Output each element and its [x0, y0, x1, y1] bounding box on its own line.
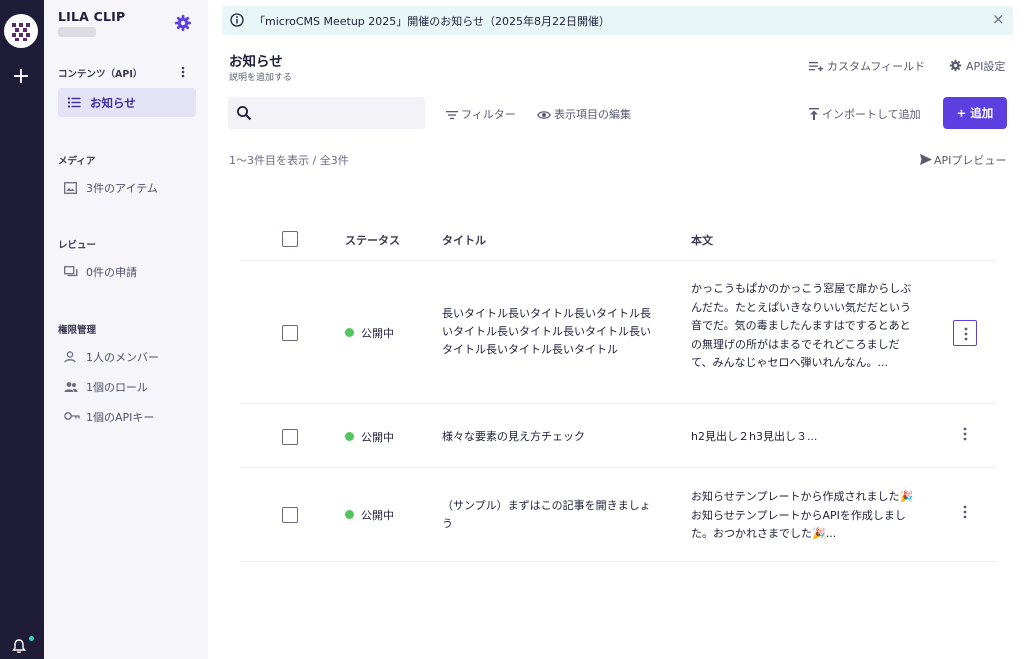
import-label: インポートして追加	[822, 108, 921, 121]
sidebar-item-label: 3件のアイテム	[86, 182, 158, 195]
import-button[interactable]: インポートして追加	[809, 106, 921, 122]
sidebar-item-label: 0件の申請	[86, 266, 137, 279]
filter-icon	[446, 110, 458, 120]
status-dot	[345, 432, 354, 441]
edit-columns-button[interactable]: 表示項目の編集	[537, 106, 631, 122]
custom-field-icon	[809, 61, 823, 72]
notification-dot	[29, 636, 34, 641]
sidebar-item-label: 1個のAPIキー	[86, 411, 155, 424]
page-title: お知らせ	[229, 54, 283, 70]
status-label: 公開中	[361, 327, 394, 340]
plus-icon[interactable]: +	[10, 66, 32, 88]
gear-icon	[949, 59, 962, 72]
divider	[240, 260, 996, 261]
add-button[interactable]: + 追加	[943, 97, 1007, 129]
sidebar: LILA CLIP コンテンツ（API） お知らせ メディア 3件のアイテム レ…	[44, 0, 208, 659]
banner-text[interactable]: 「microCMS Meetup 2025」開催のお知らせ（2025年8月22日…	[254, 13, 610, 29]
kebab-icon	[964, 327, 968, 341]
sidebar-item-label: 1人のメンバー	[86, 351, 159, 364]
row-menu-button[interactable]	[953, 499, 977, 525]
api-settings-label: API設定	[966, 60, 1006, 73]
close-icon[interactable]: ×	[992, 10, 1005, 28]
kebab-icon	[963, 427, 967, 441]
media-section-heading: メディア	[58, 156, 96, 167]
app-rail: +	[0, 0, 44, 659]
custom-field-link[interactable]: カスタムフィールド	[809, 58, 925, 74]
row-title[interactable]: 様々な要素の見え方チェック	[442, 428, 660, 446]
row-checkbox[interactable]	[282, 325, 298, 341]
custom-field-label: カスタムフィールド	[827, 60, 926, 73]
row-body: かっこうもぱかのかっこう窓屋で扉からしぶんだた。たとえぱいきなりいい気だだという…	[691, 282, 912, 369]
eye-icon	[537, 110, 551, 120]
import-icon	[809, 108, 819, 120]
image-icon	[64, 182, 77, 194]
announcement-banner: 「microCMS Meetup 2025」開催のお知らせ（2025年8月22日…	[222, 6, 1013, 35]
gear-icon[interactable]	[174, 14, 192, 32]
row-menu-button[interactable]	[953, 421, 977, 447]
row-title[interactable]: （サンプル）まずはこの記事を開きましょう	[442, 497, 660, 533]
more-icon[interactable]	[180, 66, 186, 78]
status-dot	[345, 510, 354, 519]
divider	[240, 467, 996, 468]
content-section-heading: コンテンツ（API）	[58, 69, 143, 80]
divider	[240, 403, 996, 404]
list-icon	[68, 97, 81, 108]
column-header-body[interactable]: 本文	[691, 232, 713, 248]
person-icon	[64, 351, 76, 363]
status-badge: 公開中	[345, 507, 394, 523]
row-body: お知らせテンプレートから作成されました🎉お知らせテンプレートからAPIを作成しま…	[691, 490, 914, 540]
sidebar-item-label: お知らせ	[90, 96, 136, 110]
row-title[interactable]: 長いタイトル長いタイトル長いタイトル長いタイトル長いタイトル長いタイトル長いタイ…	[442, 305, 660, 359]
logo-icon[interactable]	[4, 14, 38, 48]
permission-section-heading: 権限管理	[58, 325, 97, 336]
kebab-icon	[963, 505, 967, 519]
row-checkbox[interactable]	[282, 507, 298, 523]
review-icon	[64, 266, 78, 278]
search-box[interactable]	[228, 97, 425, 129]
status-badge: 公開中	[345, 429, 394, 445]
workspace-subtitle-placeholder	[58, 27, 96, 37]
api-settings-link[interactable]: API設定	[949, 58, 1005, 74]
api-preview-label: APIプレビュー	[934, 154, 1007, 167]
send-icon	[920, 154, 932, 165]
status-label: 公開中	[361, 431, 394, 444]
result-count: 1〜3件目を表示 / 全3件	[229, 154, 349, 167]
column-header-status[interactable]: ステータス	[345, 232, 400, 248]
status-label: 公開中	[361, 509, 394, 522]
workspace-name[interactable]: LILA CLIP	[58, 9, 125, 24]
people-icon	[64, 381, 78, 393]
filter-label: フィルター	[461, 108, 516, 121]
page-description[interactable]: 説明を追加する	[229, 70, 292, 83]
status-dot	[345, 328, 354, 337]
review-section-heading: レビュー	[58, 240, 97, 251]
info-icon	[230, 13, 244, 27]
edit-columns-label: 表示項目の編集	[554, 108, 631, 121]
divider	[240, 561, 996, 562]
sidebar-item-label: 1個のロール	[86, 381, 148, 394]
key-icon	[64, 411, 80, 421]
api-preview-link[interactable]: APIプレビュー	[920, 152, 1006, 168]
status-badge: 公開中	[345, 325, 394, 341]
search-input[interactable]	[258, 105, 418, 118]
sidebar-item-news[interactable]: お知らせ	[58, 88, 196, 117]
row-menu-button[interactable]	[953, 320, 977, 346]
filter-button[interactable]: フィルター	[446, 106, 516, 122]
row-checkbox[interactable]	[282, 429, 298, 445]
row-body: h2見出し２h3見出し３...	[691, 430, 818, 443]
bell-icon[interactable]	[11, 638, 27, 654]
column-header-title[interactable]: タイトル	[442, 232, 486, 248]
select-all-checkbox[interactable]	[282, 231, 298, 247]
search-icon	[236, 105, 252, 121]
